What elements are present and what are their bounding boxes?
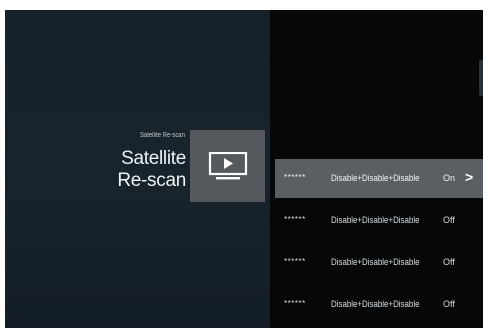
satellite-name: ****** xyxy=(284,173,306,182)
satellite-row[interactable]: ****** Disable+Disable+Disable Off xyxy=(275,201,483,240)
chevron-right-icon[interactable]: > xyxy=(465,169,473,185)
satellite-modes: Disable+Disable+Disable xyxy=(331,173,420,183)
satellite-name: ****** xyxy=(284,215,306,224)
satellite-state: Off xyxy=(443,257,455,267)
page-title-line2: Re-scan xyxy=(117,170,186,191)
satellite-row[interactable]: ****** Disable+Disable+Disable Off xyxy=(275,243,483,282)
satellite-modes: Disable+Disable+Disable xyxy=(331,257,420,267)
satellite-state: Off xyxy=(443,299,455,309)
breadcrumb: Satellite Re-scan xyxy=(140,132,185,139)
tv-screen: Satellite Re-scan Satellite Re-scan ****… xyxy=(5,10,483,328)
satellite-row[interactable]: ****** Disable+Disable+Disable On > xyxy=(275,159,483,198)
satellite-name: ****** xyxy=(284,257,306,266)
satellite-rescan-tile[interactable] xyxy=(190,130,265,202)
scroll-indicator xyxy=(479,60,483,96)
satellite-modes: Disable+Disable+Disable xyxy=(331,215,420,225)
satellite-name: ****** xyxy=(284,299,306,308)
page-title-line1: Satellite xyxy=(121,148,186,169)
tv-play-icon xyxy=(208,152,248,180)
satellite-row[interactable]: ****** Disable+Disable+Disable Off xyxy=(275,285,483,324)
satellite-list: ****** Disable+Disable+Disable On > ****… xyxy=(275,159,483,324)
satellite-state: On xyxy=(443,173,456,183)
satellite-state: Off xyxy=(443,215,455,225)
page-title: Satellite Re-scan xyxy=(117,148,186,192)
satellite-modes: Disable+Disable+Disable xyxy=(331,299,420,309)
